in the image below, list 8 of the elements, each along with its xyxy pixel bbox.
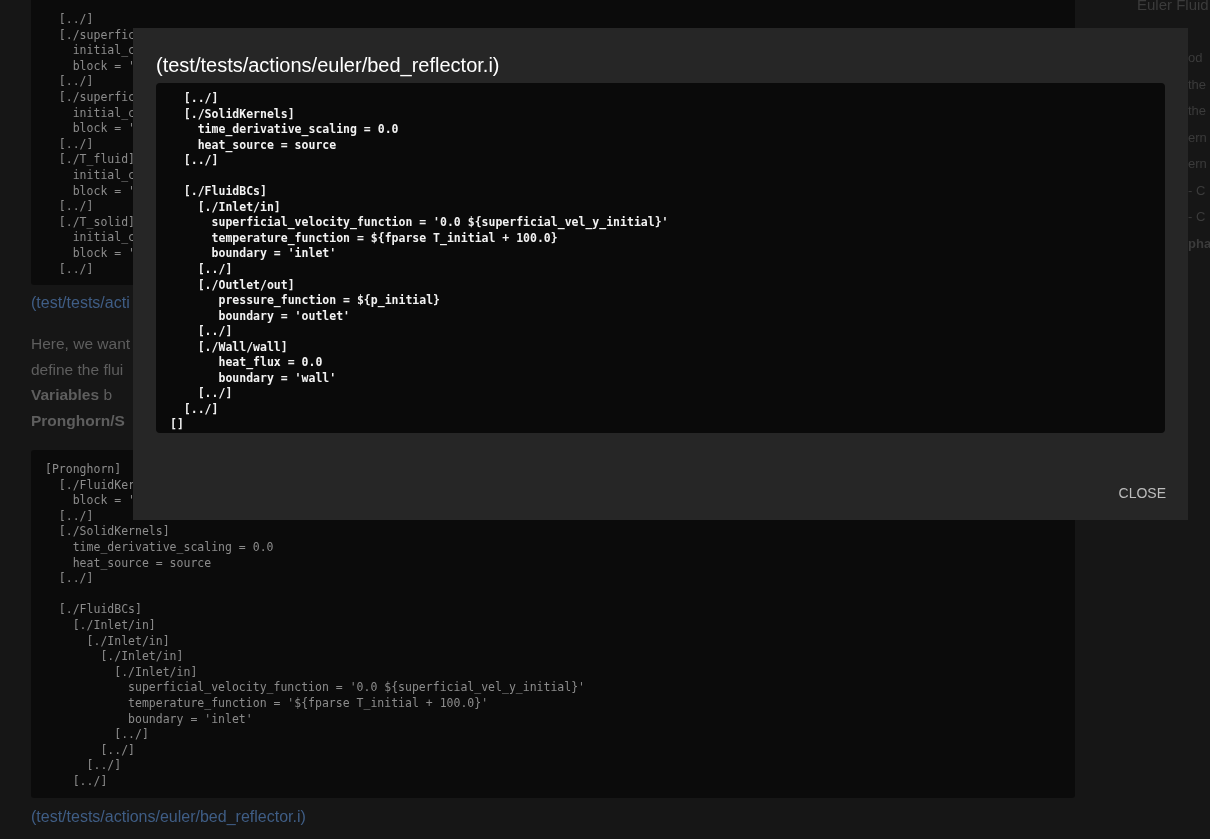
close-button[interactable]: CLOSE [1118,483,1166,503]
source-link[interactable]: (test/tests/actions/euler/bed_reflector.i) [31,807,306,827]
source-link[interactable]: (test/tests/acti [31,293,130,313]
paragraph: Here, we want define the flui Variables b Pronghorn/S [31,334,131,431]
code-text: [../] [./superfic initial_c block = ' [../] [./superfic initial_c block = ' [../] [./T_fluid] initial_c block = ' [../] [./T_solid] initial_c block = ' [../] [57,12,135,278]
code-text: [../] [./SolidKernels] time_derivative_scaling = 0.0 heat_source = source [../] [./FluidBCs] [./Inlet/in] superficial_velocity_function = '0.0 ${superficial_vel_y_initial}' temperature_function = ${fparse T_initial + 100.0} boundary = 'inlet' [../] [./Outlet/out] pressure_function = ${p_initial} boundary = 'outlet' [../] [./Wall/wall] heat_flux = 0.0 boundary = 'wall' [../] [../] [] [170,91,670,433]
modal-title: (test/tests/actions/euler/bed_reflector.i) [156,53,500,77]
code-text: [Pronghorn] [./FluidKer block = ' [../] [./SolidKernels] time_derivative_scaling = 0.0 heat_source = source [../] [./FluidBCs] [./Inlet/in] [./Inlet/in] [./Inlet/in] [./Inlet/in] superficial_velocity_function = '0.0 ${superficial_vel_y_initial}' temperature_function = '${fparse T_initial + 100.0}' boundary = 'inlet' [../] [../] [../] [../] [45,462,586,790]
